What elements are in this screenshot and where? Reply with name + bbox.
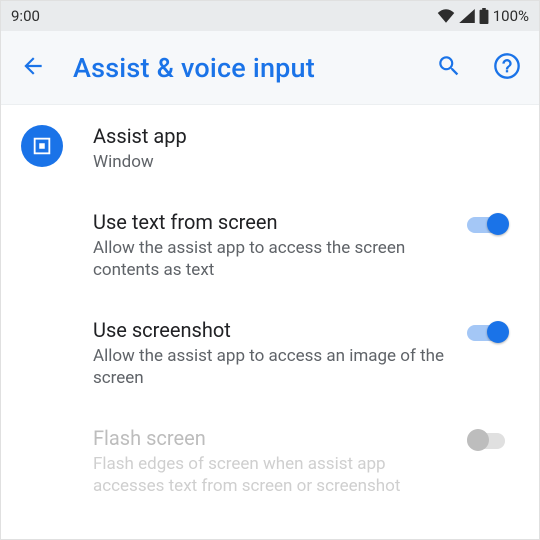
flash-screen-subtitle: Flash edges of screen when assist app ac… bbox=[93, 453, 451, 497]
assist-app-title: Assist app bbox=[93, 123, 451, 149]
status-icons: 100% bbox=[437, 7, 529, 25]
assist-app-subtitle: Window bbox=[93, 151, 451, 173]
use-screenshot-title: Use screenshot bbox=[93, 317, 451, 343]
assist-app-icon bbox=[21, 125, 63, 167]
page-title: Assist & voice input bbox=[73, 52, 409, 84]
use-text-row[interactable]: Use text from screen Allow the assist ap… bbox=[1, 191, 539, 299]
flash-screen-title: Flash screen bbox=[93, 425, 451, 451]
search-icon bbox=[436, 53, 462, 83]
flash-screen-toggle bbox=[467, 425, 511, 455]
back-button[interactable] bbox=[15, 50, 51, 86]
search-button[interactable] bbox=[431, 50, 467, 86]
battery-icon bbox=[479, 8, 489, 24]
battery-percentage: 100% bbox=[493, 7, 529, 25]
use-screenshot-row[interactable]: Use screenshot Allow the assist app to a… bbox=[1, 299, 539, 407]
arrow-back-icon bbox=[20, 53, 46, 83]
status-time: 9:00 bbox=[11, 7, 40, 25]
use-text-subtitle: Allow the assist app to access the scree… bbox=[93, 237, 451, 281]
use-text-title: Use text from screen bbox=[93, 209, 451, 235]
help-icon bbox=[493, 52, 521, 84]
flash-screen-row: Flash screen Flash edges of screen when … bbox=[1, 407, 539, 515]
device-frame: 9:00 100% Assist & voice input bbox=[0, 0, 540, 540]
status-bar: 9:00 100% bbox=[1, 1, 539, 31]
use-screenshot-subtitle: Allow the assist app to access an image … bbox=[93, 345, 451, 389]
app-bar: Assist & voice input bbox=[1, 31, 539, 105]
use-screenshot-toggle[interactable] bbox=[467, 317, 511, 347]
cell-signal-icon bbox=[459, 9, 475, 23]
use-text-toggle[interactable] bbox=[467, 209, 511, 239]
help-button[interactable] bbox=[489, 50, 525, 86]
wifi-icon bbox=[437, 9, 455, 23]
settings-list: Assist app Window Use text from screen A… bbox=[1, 105, 539, 539]
assist-app-row[interactable]: Assist app Window bbox=[1, 105, 539, 191]
